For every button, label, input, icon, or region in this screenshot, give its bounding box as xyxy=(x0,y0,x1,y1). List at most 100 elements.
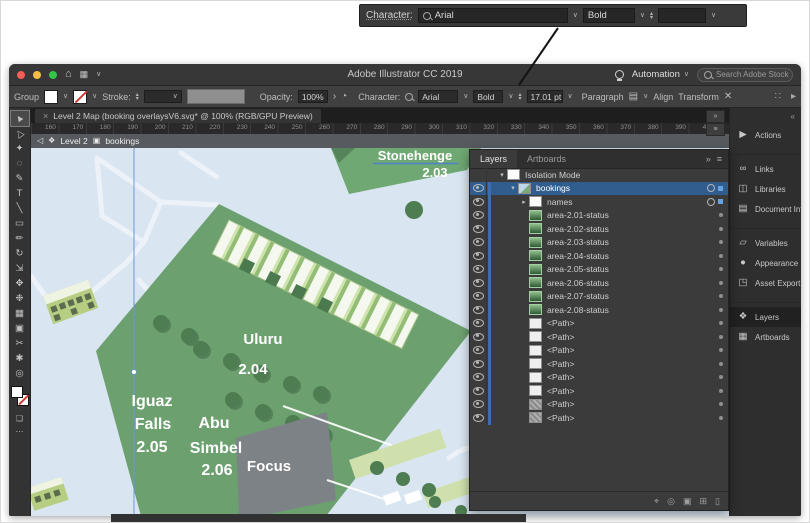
label-abu-1[interactable]: Abu xyxy=(198,415,229,432)
arrange-documents-icon[interactable]: ▦ xyxy=(80,70,89,79)
layer-row[interactable]: area-2.07-status xyxy=(470,290,728,304)
document-tab[interactable]: × Level 2 Map (booking overlaysV6.svg* @… xyxy=(35,109,321,123)
label-focus[interactable]: Focus xyxy=(247,458,291,475)
chevron-down-icon[interactable]: ∨ xyxy=(508,93,513,100)
font-family-field[interactable]: Arial xyxy=(418,8,568,23)
panel-arrow-icon[interactable]: ▸ xyxy=(791,91,796,102)
layer-row[interactable]: ▾Isolation Mode xyxy=(470,168,728,182)
draw-mode-icon[interactable]: ❏ xyxy=(16,414,23,423)
layer-name[interactable]: area-2.05-status xyxy=(547,264,706,274)
opacity-label[interactable]: Opacity: xyxy=(260,92,293,102)
lock-toggle[interactable] xyxy=(487,168,497,182)
breadcrumb-group[interactable]: bookings xyxy=(105,136,139,146)
layer-target[interactable] xyxy=(706,362,728,366)
visibility-toggle[interactable] xyxy=(470,411,487,425)
locate-object-icon[interactable]: ⌖ xyxy=(654,496,659,507)
layer-target[interactable] xyxy=(706,227,728,231)
label-stonehenge[interactable]: Stonehenge xyxy=(378,148,452,163)
layer-name[interactable]: <Path> xyxy=(547,318,706,328)
symbol-sprayer-tool[interactable]: ❉ xyxy=(11,291,29,306)
layer-row[interactable]: <Path> xyxy=(470,330,728,344)
visibility-toggle[interactable] xyxy=(470,344,487,358)
visibility-toggle[interactable] xyxy=(470,222,487,236)
selection-tool[interactable]: ▲ xyxy=(11,111,29,126)
layer-name[interactable]: <Path> xyxy=(547,372,706,382)
visibility-toggle[interactable] xyxy=(470,168,487,182)
visibility-toggle[interactable] xyxy=(470,249,487,263)
layer-row[interactable]: area-2.08-status xyxy=(470,303,728,317)
visibility-toggle[interactable] xyxy=(470,182,487,196)
label-abu-2[interactable]: Simbel xyxy=(190,440,242,457)
layer-row[interactable]: <Path> xyxy=(470,411,728,425)
minimize-window-button[interactable] xyxy=(33,71,41,79)
layer-row[interactable]: <Path> xyxy=(470,384,728,398)
layer-target[interactable] xyxy=(706,198,728,206)
artboard-tool[interactable]: ▣ xyxy=(11,321,29,336)
close-icon[interactable]: × xyxy=(43,111,48,121)
breadcrumb-level[interactable]: Level 2 xyxy=(60,136,87,146)
character-label[interactable]: Character: xyxy=(358,92,400,102)
layer-row[interactable]: ▾bookings xyxy=(470,182,728,196)
layer-target[interactable] xyxy=(706,416,728,420)
layer-row[interactable]: <Path> xyxy=(470,317,728,331)
layer-name[interactable]: <Path> xyxy=(547,359,706,369)
layer-target[interactable] xyxy=(706,375,728,379)
layer-name[interactable]: area-2.02-status xyxy=(547,224,706,234)
layer-row[interactable]: area-2.03-status xyxy=(470,236,728,250)
zoom-window-button[interactable] xyxy=(49,71,57,79)
layer-target[interactable] xyxy=(706,184,728,192)
variable-width-profile-select[interactable] xyxy=(187,89,245,104)
visibility-toggle[interactable] xyxy=(470,236,487,250)
layer-row[interactable]: <Path> xyxy=(470,371,728,385)
zoom-tool[interactable]: ◎ xyxy=(11,366,29,381)
align-label[interactable]: Align xyxy=(653,92,673,102)
font-style-field[interactable]: Bold xyxy=(583,8,635,23)
lightbulb-icon[interactable] xyxy=(615,70,624,79)
disclosure-icon[interactable]: ▾ xyxy=(497,171,507,179)
chevron-down-icon[interactable]: ∨ xyxy=(463,93,468,100)
chevron-down-icon[interactable]: ∨ xyxy=(96,71,101,78)
isolate-selected-object-icon[interactable]: ✕ xyxy=(724,92,732,102)
layer-name[interactable]: <Path> xyxy=(547,345,706,355)
chevron-down-icon[interactable]: ∨ xyxy=(568,93,573,100)
collapse-panel-icon[interactable]: » xyxy=(706,154,711,164)
chevron-down-icon[interactable]: ∨ xyxy=(711,12,716,19)
new-sublayer-icon[interactable]: ▣ xyxy=(683,496,692,507)
dock-item-variables[interactable]: ▱Variables xyxy=(730,233,801,253)
magic-wand-tool[interactable]: ✦ xyxy=(11,141,29,156)
graph-tool[interactable]: ▦ xyxy=(11,306,29,321)
pencil-tool[interactable]: ✏ xyxy=(11,231,29,246)
layer-name[interactable]: area-2.04-status xyxy=(547,251,706,261)
disclosure-icon[interactable]: ▸ xyxy=(519,198,529,206)
line-segment-tool[interactable]: ╲ xyxy=(11,201,29,216)
chevron-down-icon[interactable]: ∨ xyxy=(643,93,648,100)
new-layer-icon[interactable]: ⊞ xyxy=(700,496,708,507)
visibility-toggle[interactable] xyxy=(470,263,487,277)
layer-target[interactable] xyxy=(706,308,728,312)
label-uluru[interactable]: Uluru xyxy=(243,331,282,348)
close-window-button[interactable] xyxy=(17,71,25,79)
visibility-toggle[interactable] xyxy=(470,384,487,398)
home-icon[interactable]: ⌂ xyxy=(65,69,72,80)
layer-target[interactable] xyxy=(706,348,728,352)
layer-target[interactable] xyxy=(706,402,728,406)
layer-name[interactable]: area-2.07-status xyxy=(547,291,706,301)
visibility-toggle[interactable] xyxy=(470,317,487,331)
clipping-mask-icon[interactable]: ◎ xyxy=(667,496,675,507)
layer-row[interactable]: area-2.05-status xyxy=(470,263,728,277)
opacity-more-icon[interactable]: › xyxy=(333,92,336,102)
layer-row[interactable]: <Path> xyxy=(470,398,728,412)
layer-row[interactable]: <Path> xyxy=(470,344,728,358)
visibility-toggle[interactable] xyxy=(470,330,487,344)
layer-row[interactable]: area-2.02-status xyxy=(470,222,728,236)
chevron-down-icon[interactable]: ∨ xyxy=(573,12,578,19)
character-label[interactable]: Character: xyxy=(366,10,413,21)
label-iguaz-2[interactable]: Falls xyxy=(135,416,172,433)
layer-target[interactable] xyxy=(706,335,728,339)
tab-artboards[interactable]: Artboards xyxy=(517,150,576,168)
layer-name[interactable]: <Path> xyxy=(547,386,706,396)
visibility-toggle[interactable] xyxy=(470,290,487,304)
visibility-toggle[interactable] xyxy=(470,398,487,412)
font-family-field[interactable]: Arial xyxy=(418,90,458,103)
dock-item-layers[interactable]: ❖Layers xyxy=(730,307,801,327)
